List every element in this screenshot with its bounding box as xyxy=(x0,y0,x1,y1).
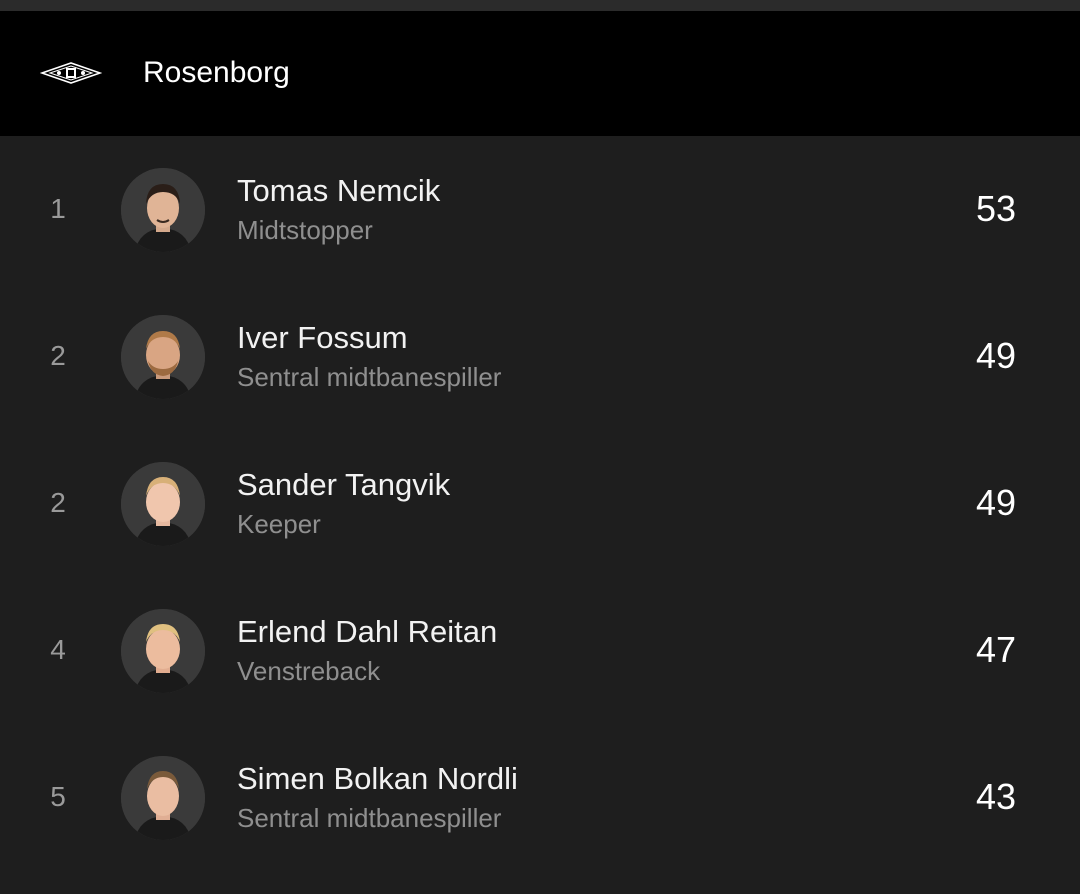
player-avatar xyxy=(121,462,205,546)
player-score: 43 xyxy=(975,776,1016,817)
player-position: Venstreback xyxy=(237,656,381,686)
player-position: Sentral midtbanespiller xyxy=(237,803,502,833)
player-score: 49 xyxy=(975,335,1016,376)
player-name: Tomas Nemcik xyxy=(237,173,441,208)
player-rank: 2 xyxy=(50,487,66,518)
player-position: Midtstopper xyxy=(237,215,373,245)
status-strip xyxy=(0,0,1080,11)
player-rank: 5 xyxy=(50,781,66,812)
team-name: Rosenborg xyxy=(143,56,290,89)
player-row[interactable]: 1 Tomas Nemcik Midtstopper 53 xyxy=(0,136,1080,283)
player-avatar xyxy=(121,756,205,840)
player-avatar xyxy=(121,168,205,252)
player-position: Keeper xyxy=(237,509,321,539)
player-name: Iver Fossum xyxy=(237,320,408,355)
player-avatar xyxy=(121,609,205,693)
player-list: 1 Tomas Nemcik Midtstopper 53 2 Iver Fos… xyxy=(0,136,1080,894)
player-row[interactable]: 2 Iver Fossum Sentral midtbanespiller 49 xyxy=(0,283,1080,430)
player-avatar xyxy=(121,315,205,399)
player-score: 47 xyxy=(975,629,1016,670)
player-rank: 4 xyxy=(50,634,66,665)
player-name: Erlend Dahl Reitan xyxy=(237,614,498,649)
player-row[interactable]: 2 Sander Tangvik Keeper 49 xyxy=(0,430,1080,577)
player-name: Simen Bolkan Nordli xyxy=(237,761,518,796)
player-score: 49 xyxy=(975,482,1016,523)
player-position: Sentral midtbanespiller xyxy=(237,362,502,392)
player-row[interactable]: 5 Simen Bolkan Nordli Sentral midtbanesp… xyxy=(0,724,1080,871)
player-score: 53 xyxy=(975,188,1016,229)
player-rank: 2 xyxy=(50,340,66,371)
rosenborg-crest-icon xyxy=(39,61,103,85)
player-rank: 1 xyxy=(50,193,66,224)
player-name: Sander Tangvik xyxy=(237,467,451,502)
team-header: Rosenborg xyxy=(0,11,1080,136)
player-row[interactable]: 4 Erlend Dahl Reitan Venstreback 47 xyxy=(0,577,1080,724)
